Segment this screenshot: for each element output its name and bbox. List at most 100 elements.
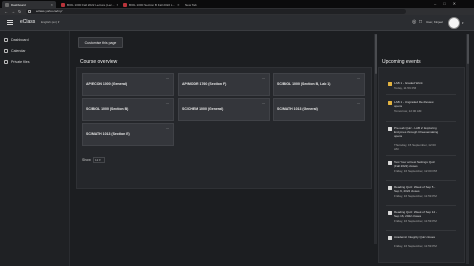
quiz-icon <box>388 161 392 165</box>
event-name[interactable]: Academic Integrity Quiz closes <box>394 235 440 239</box>
course-card[interactable]: SC/MATH 1013 (General) ... <box>273 98 365 121</box>
course-card[interactable]: AP/MODR 1760 (Section F) ... <box>178 73 270 96</box>
course-menu-icon[interactable]: ... <box>166 76 169 80</box>
main-scrollbar[interactable] <box>374 34 377 244</box>
course-card[interactable]: SC/MATH 1013 (Section E) ... <box>82 123 174 146</box>
divider <box>386 205 456 206</box>
event-date: Friday, 16 September, 12:00 PM <box>394 169 437 173</box>
scrollbar-thumb[interactable] <box>374 34 377 74</box>
course-menu-icon[interactable]: ... <box>262 101 265 105</box>
sidebar-item-label: Calendar <box>11 49 26 53</box>
forward-arrow-icon[interactable]: → <box>11 9 15 14</box>
course-menu-icon[interactable]: ... <box>262 76 265 80</box>
file-icon <box>4 60 8 64</box>
event-name[interactable]: Test Your at best Settings Quiz (Fall 20… <box>394 160 440 168</box>
show-label: Show <box>82 158 91 162</box>
course-menu-icon[interactable]: ... <box>357 76 360 80</box>
window-controls: – □ ✕ <box>434 1 456 6</box>
quiz-icon <box>388 211 392 215</box>
calendar-icon <box>388 82 392 86</box>
url-input[interactable]: eclass.yorku.ca/my/ <box>26 9 406 14</box>
browser-tab-new[interactable]: New Tab <box>182 1 210 8</box>
course-name[interactable]: SC/CHEM 1000 (General) <box>182 107 223 111</box>
close-icon[interactable]: ✕ <box>50 3 53 7</box>
event-date: Tomorrow, 12:00 AM <box>394 109 422 113</box>
course-name[interactable]: AP/ECON 1000 (General) <box>86 82 127 86</box>
bell-icon[interactable]: ◎ <box>412 19 416 25</box>
quiz-icon <box>388 236 392 240</box>
browser-tab-dashboard[interactable]: Dashboard ✕ <box>2 1 56 8</box>
course-name[interactable]: SC/BIOL 1000 (Section B) <box>86 107 128 111</box>
course-card[interactable]: SC/BIOL 1000 (Section B) ... <box>82 98 174 121</box>
scrollbar-thumb[interactable] <box>466 34 469 64</box>
tab-label: Dashboard <box>11 2 26 7</box>
course-menu-icon[interactable]: ... <box>166 101 169 105</box>
browser-tab-biol-section-b[interactable]: BIOL 1000 Section B Fall 2022 L... ✕ <box>120 1 180 8</box>
events-scrollbar[interactable] <box>466 34 469 264</box>
sidebar-item-label: Private files <box>11 60 30 64</box>
course-menu-icon[interactable]: ... <box>166 126 169 130</box>
customise-page-button[interactable]: Customise this page <box>78 37 123 48</box>
close-icon[interactable]: ✕ <box>116 3 118 7</box>
browser-tab-biol-lecture[interactable]: BIOL 1000 Fall 2022 Lecture (Lec... ✕ <box>58 1 118 8</box>
close-icon[interactable]: ✕ <box>177 3 180 7</box>
user-name[interactable]: User, Kinjeel <box>426 20 443 24</box>
event-date: Thursday, 15 September, 12:00 AM <box>394 143 436 151</box>
chat-icon[interactable]: □ <box>419 19 422 25</box>
course-name[interactable]: AP/MODR 1760 (Section F) <box>182 82 226 86</box>
tab-favicon <box>61 2 65 7</box>
avatar[interactable] <box>448 17 460 29</box>
course-name[interactable]: SC/MATH 1013 (General) <box>277 107 318 111</box>
calendar-icon <box>388 101 392 105</box>
course-menu-icon[interactable]: ... <box>357 101 360 105</box>
divider <box>386 155 456 156</box>
url-text: eclass.yorku.ca/my/ <box>36 9 63 13</box>
divider <box>386 180 456 181</box>
quiz-icon <box>388 186 392 190</box>
left-drawer <box>0 31 70 266</box>
course-name[interactable]: SC/MATH 1013 (Section E) <box>86 132 130 136</box>
reload-icon[interactable]: ↻ <box>18 9 21 14</box>
quiz-icon <box>388 127 392 131</box>
event-name[interactable]: LAB 1 - Graded Work <box>394 81 440 85</box>
chevron-down-icon[interactable]: ▾ <box>462 21 464 25</box>
tab-label: New Tab <box>185 2 197 7</box>
upcoming-events-title: Upcoming events <box>382 59 421 65</box>
event-date: Friday, 16 September, 11:59 PM <box>394 244 437 248</box>
divider <box>386 121 456 122</box>
tab-favicon <box>123 2 127 7</box>
minimize-icon[interactable]: – <box>434 1 436 6</box>
sidebar-item-label: Dashboard <box>11 38 29 42</box>
show-count-select[interactable]: 12 ▾ <box>93 157 105 163</box>
course-card[interactable]: SC/CHEM 1000 (General) ... <box>178 98 270 121</box>
course-card[interactable]: SC/BIOL 1000 (Section B, Lab 1) ... <box>273 73 365 96</box>
calendar-icon <box>4 49 8 53</box>
close-window-icon[interactable]: ✕ <box>453 1 456 6</box>
course-name[interactable]: SC/BIOL 1000 (Section B, Lab 1) <box>277 82 330 86</box>
event-name[interactable]: Reading Quiz: Week of Sep 12 - Sep 16, 2… <box>394 210 440 218</box>
lock-icon <box>28 10 31 13</box>
event-date: Today, 11:59 PM <box>394 86 417 90</box>
language-selector[interactable]: English (en) ▾ <box>41 20 59 24</box>
hamburger-icon[interactable] <box>7 20 13 25</box>
sidebar-item-calendar[interactable]: Calendar <box>4 47 26 55</box>
course-card[interactable]: AP/ECON 1000 (General) ... <box>82 73 174 96</box>
course-overview-title: Course overview <box>80 59 118 65</box>
back-arrow-icon[interactable]: ← <box>4 9 8 14</box>
top-navbar <box>0 15 474 31</box>
event-date: Friday, 16 September, 11:59 PM <box>394 219 437 223</box>
divider <box>386 94 456 95</box>
tab-label: BIOL 1000 Section B Fall 2022 L... <box>129 2 176 7</box>
maximize-icon[interactable]: □ <box>443 1 445 6</box>
event-name[interactable]: Reading Quiz: Week of Sep 5 - Sep 9, 202… <box>394 185 440 193</box>
divider <box>386 230 456 231</box>
event-name[interactable]: Pre-Lab Quiz - LAB 2: Exploring Enzymes … <box>394 126 440 138</box>
site-brand[interactable]: eClass <box>20 19 35 25</box>
tab-label: BIOL 1000 Fall 2022 Lecture (Lec... <box>67 2 115 7</box>
tab-favicon <box>5 2 9 7</box>
dashboard-icon <box>4 38 8 42</box>
sidebar-item-private-files[interactable]: Private files <box>4 58 30 66</box>
sidebar-item-dashboard[interactable]: Dashboard <box>4 36 29 44</box>
event-date: Friday, 16 September, 11:59 PM <box>394 194 437 198</box>
event-name[interactable]: LAB 1 - Ungraded Re-Review opens <box>394 100 440 108</box>
